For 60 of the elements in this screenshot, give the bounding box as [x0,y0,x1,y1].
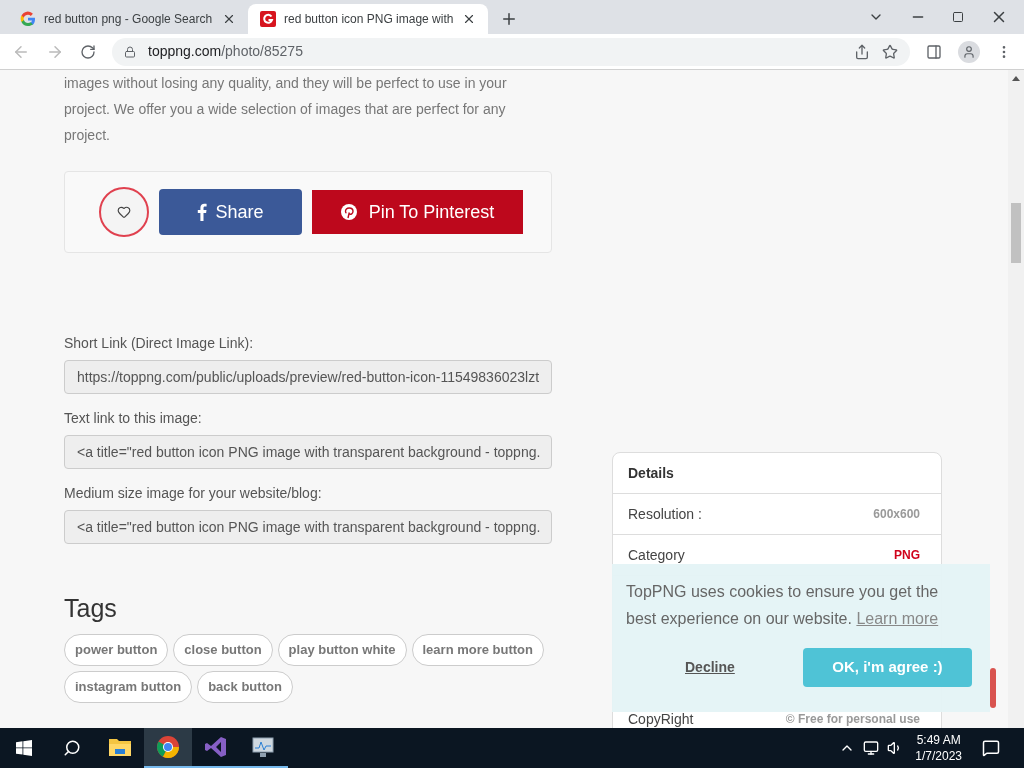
bookmark-star-icon[interactable] [882,43,898,60]
details-heading: Details [613,453,941,494]
infinity-logo-icon[interactable] [204,735,228,759]
field-label: Medium size image for your website/blog: [64,484,323,503]
like-button[interactable] [99,187,149,237]
reload-icon[interactable] [80,43,96,60]
folder-icon[interactable] [108,737,132,757]
share-icon[interactable] [854,43,870,60]
link-field[interactable]: <a title="red button icon PNG image with transparent background - toppng. [64,510,552,544]
cookie-message: TopPNG uses cookies to ensure you get the best experience on our website. Learn more [626,582,940,629]
clock-date[interactable]: 1/7/2023 [915,748,962,764]
intro-paragraph: images without losing any quality, and they will be perfect to use in your project. We offer you a wide selection of images that are perfect for any project. [64,74,508,145]
tag-chip[interactable]: instagram button [64,670,193,703]
field-label: Short Link (Direct Image Link): [64,334,255,353]
url-text: toppng.com/photo/85275 [148,42,303,61]
detail-label: Resolution : [628,504,702,524]
link-field[interactable]: https://toppng.com/public/uploads/preview/red-button-icon-11549836023lzt [64,360,552,394]
search-icon[interactable] [63,739,81,757]
site-logo-icon [260,11,276,27]
detail-value: PNG [894,547,921,564]
scroll-thumb[interactable] [1011,203,1021,263]
tag-chip[interactable]: close button [173,633,273,666]
decline-link[interactable]: Decline [685,657,735,678]
link-field[interactable]: <a title="red button icon PNG image with transparent background - toppng. [64,435,552,469]
address-bar[interactable]: toppng.com/photo/85275 [112,37,910,66]
detail-value: © Free for personal use [785,711,921,728]
network-icon[interactable] [863,740,880,756]
notifications-icon[interactable] [982,739,1000,757]
performance-monitor-icon[interactable] [252,736,276,758]
scroll-up-icon[interactable] [1012,76,1020,81]
tag-chip[interactable]: play button white [277,633,407,666]
facebook-share-button[interactable]: Share [159,189,302,235]
clock-time[interactable]: 5:49 AM [916,732,961,748]
lock-icon [124,45,136,58]
restore-icon[interactable] [952,11,964,23]
pinterest-button[interactable]: Pin To Pinterest [312,190,523,234]
tag-chip[interactable]: back button [197,670,293,703]
close-tab-icon[interactable] [462,12,476,26]
detail-value: 600x600 [873,506,921,523]
google-icon [20,11,36,27]
tag-chip[interactable]: power button [64,633,169,666]
tag-chip[interactable]: learn more button [411,633,544,666]
close-tab-icon[interactable] [222,12,236,26]
browser-tab[interactable]: red button png - Google Search [8,4,248,34]
heart-icon [117,205,131,219]
pinterest-icon [340,204,357,220]
tags-heading: Tags [64,593,118,624]
chrome-icon[interactable] [156,735,180,759]
taskbar-app[interactable] [144,728,192,768]
profile-avatar[interactable] [958,40,980,63]
field-label: Text link to this image: [64,409,203,428]
facebook-icon [197,203,208,221]
tab-title: red button icon PNG image with [284,11,454,28]
detail-label: CopyRight [628,709,694,728]
detail-label: Category [628,545,685,565]
windows-start-icon[interactable] [16,740,32,756]
new-tab-icon[interactable] [500,10,518,28]
side-panel-icon[interactable] [926,43,942,60]
tab-title: red button png - Google Search [44,11,214,28]
browser-tab[interactable]: red button icon PNG image with [248,4,488,34]
